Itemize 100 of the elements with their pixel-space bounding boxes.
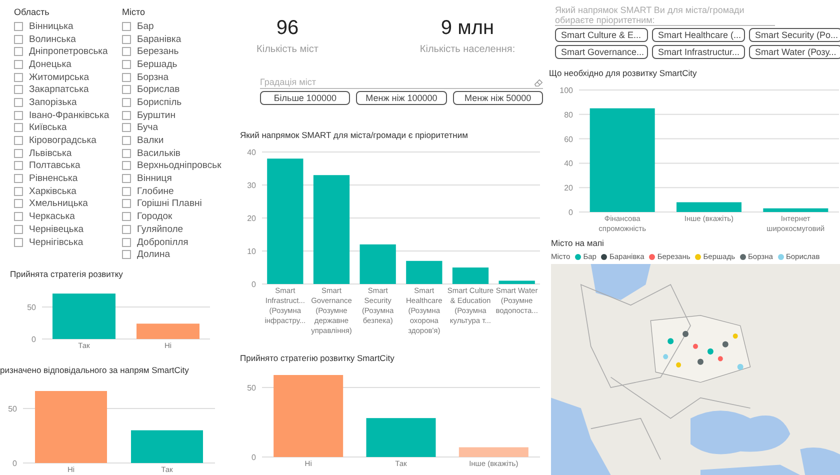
chart-title: Що необхідно для розвитку SmartCity <box>549 68 698 78</box>
checkbox[interactable] <box>122 212 131 222</box>
checkbox[interactable] <box>122 199 131 208</box>
bar <box>763 208 828 212</box>
checkbox[interactable] <box>14 148 23 158</box>
checkbox-item[interactable]: Валки <box>122 134 230 147</box>
checkbox-item[interactable]: Гуляйполе <box>122 223 230 236</box>
checkbox[interactable] <box>14 72 23 82</box>
checkbox[interactable] <box>122 110 131 120</box>
filter-button[interactable]: Smart Governance... <box>555 45 648 59</box>
checkbox-item[interactable]: Березань <box>122 45 230 58</box>
checkbox-item[interactable]: Борзна <box>122 70 230 84</box>
filter-button[interactable]: Smart Water (Розу... <box>749 45 840 59</box>
checkbox-item[interactable]: Добропілля <box>122 236 230 248</box>
checkbox-item[interactable]: Бориспіль <box>122 96 230 109</box>
checkbox-item[interactable]: Чернігівська <box>14 236 122 248</box>
slicer-title: Область <box>14 7 50 17</box>
checkbox[interactable] <box>122 174 131 184</box>
checkbox[interactable] <box>14 212 23 222</box>
checkbox-item[interactable]: Закарпатська <box>14 83 122 96</box>
checkbox-item[interactable]: Горішні Плавні <box>122 198 230 210</box>
checkbox[interactable] <box>14 238 23 247</box>
checkbox[interactable] <box>14 60 23 69</box>
checkbox[interactable] <box>14 123 23 132</box>
checkbox[interactable] <box>122 148 131 158</box>
checkbox[interactable] <box>122 136 131 146</box>
checkbox[interactable] <box>14 22 23 31</box>
bar <box>360 244 396 284</box>
checkbox[interactable] <box>14 110 23 120</box>
checkbox-item[interactable]: Вінниця <box>122 172 230 185</box>
checkbox[interactable] <box>122 60 131 69</box>
checkbox[interactable] <box>122 224 131 234</box>
checkbox[interactable] <box>122 22 131 31</box>
bar <box>52 294 116 340</box>
bar <box>136 324 200 340</box>
checkbox[interactable] <box>122 250 131 260</box>
checkbox-item[interactable]: Долина <box>122 248 230 262</box>
checkbox-item[interactable]: Волинська <box>14 32 122 46</box>
filter-button[interactable]: Менж ніж 50000 <box>452 91 543 105</box>
checkbox-item[interactable]: Городок <box>122 210 230 223</box>
checkbox-item[interactable]: Буча <box>122 122 230 134</box>
checkbox-item[interactable]: Васильків <box>122 146 230 160</box>
checkbox[interactable] <box>122 238 131 247</box>
checkbox[interactable] <box>122 123 131 132</box>
axis-tick-label: 40 <box>564 159 573 168</box>
checkbox-item[interactable]: Бершадь <box>122 58 230 71</box>
chart-title: Який напрямок SMART для міста/громади є пріоритетним <box>240 130 469 140</box>
checkbox[interactable] <box>14 47 23 56</box>
filter-button[interactable]: Більше 100000 <box>260 91 350 105</box>
checkbox-item[interactable]: Вінницька <box>14 20 122 33</box>
checkbox-item[interactable]: Львівська <box>14 146 122 160</box>
checkbox-item[interactable]: Київська <box>14 122 122 134</box>
filter-button[interactable]: Smart Culture & E... <box>555 28 648 42</box>
checkbox-item[interactable]: Полтавська <box>14 160 122 172</box>
checkbox-item[interactable]: Черкаська <box>14 210 122 223</box>
checkbox[interactable] <box>122 47 131 56</box>
axis-tick-label: 0 <box>252 280 256 289</box>
checkbox[interactable] <box>14 85 23 94</box>
checkbox[interactable] <box>122 34 131 44</box>
checkbox[interactable] <box>14 98 23 107</box>
checkbox[interactable] <box>14 224 23 234</box>
checkbox[interactable] <box>14 174 23 184</box>
checkbox[interactable] <box>14 34 23 44</box>
checkbox[interactable] <box>122 85 131 94</box>
checkbox-item[interactable]: Бурштин <box>122 108 230 122</box>
checkbox-item[interactable]: Хмельницька <box>14 198 122 210</box>
checkbox-item[interactable]: Харківська <box>14 184 122 198</box>
axis-tick-label: 80 <box>564 110 573 120</box>
filter-button[interactable]: Smart Infrastructur... <box>652 45 745 59</box>
axis-tick-label: 30 <box>247 181 256 190</box>
checkbox-item[interactable]: Кіровоградська <box>14 134 122 147</box>
axis-tick-label: 20 <box>564 184 573 193</box>
checkbox-item[interactable]: Глобине <box>122 184 230 198</box>
eraser-icon[interactable] <box>534 78 543 86</box>
checkbox-item[interactable]: Борислав <box>122 83 230 96</box>
checkbox[interactable] <box>122 161 131 170</box>
axis-tick-label: 0 <box>32 335 36 344</box>
checkbox-item[interactable]: Запорізька <box>14 96 122 109</box>
checkbox[interactable] <box>14 186 23 196</box>
checkbox-item[interactable]: Чернівецька <box>14 223 122 236</box>
filter-button[interactable]: Менж ніж 100000 <box>356 91 447 105</box>
checkbox-item[interactable]: Івано-Франківська <box>14 108 122 122</box>
checkbox[interactable] <box>14 161 23 170</box>
filter-button[interactable]: Smart Security (Po... <box>749 28 840 42</box>
checkbox-item[interactable]: Бар <box>122 20 230 33</box>
checkbox[interactable] <box>122 72 131 82</box>
axis-tick-label: 50 <box>8 404 17 414</box>
axis-tick-label: 50 <box>27 303 36 312</box>
slicer-title: Градація міст <box>260 77 316 87</box>
checkbox-item[interactable]: Дніпропетровська <box>14 45 122 58</box>
checkbox-item[interactable]: Верхньодніпровськ <box>122 160 230 172</box>
checkbox-item[interactable]: Житомирська <box>14 70 122 84</box>
checkbox[interactable] <box>14 199 23 208</box>
checkbox-item[interactable]: Донецька <box>14 58 122 71</box>
checkbox-item[interactable]: Баранівка <box>122 32 230 46</box>
checkbox[interactable] <box>122 98 131 107</box>
filter-button[interactable]: Smart Healthcare (... <box>652 28 745 42</box>
checkbox[interactable] <box>14 136 23 146</box>
checkbox-item[interactable]: Рівненська <box>14 172 122 185</box>
checkbox[interactable] <box>122 186 131 196</box>
